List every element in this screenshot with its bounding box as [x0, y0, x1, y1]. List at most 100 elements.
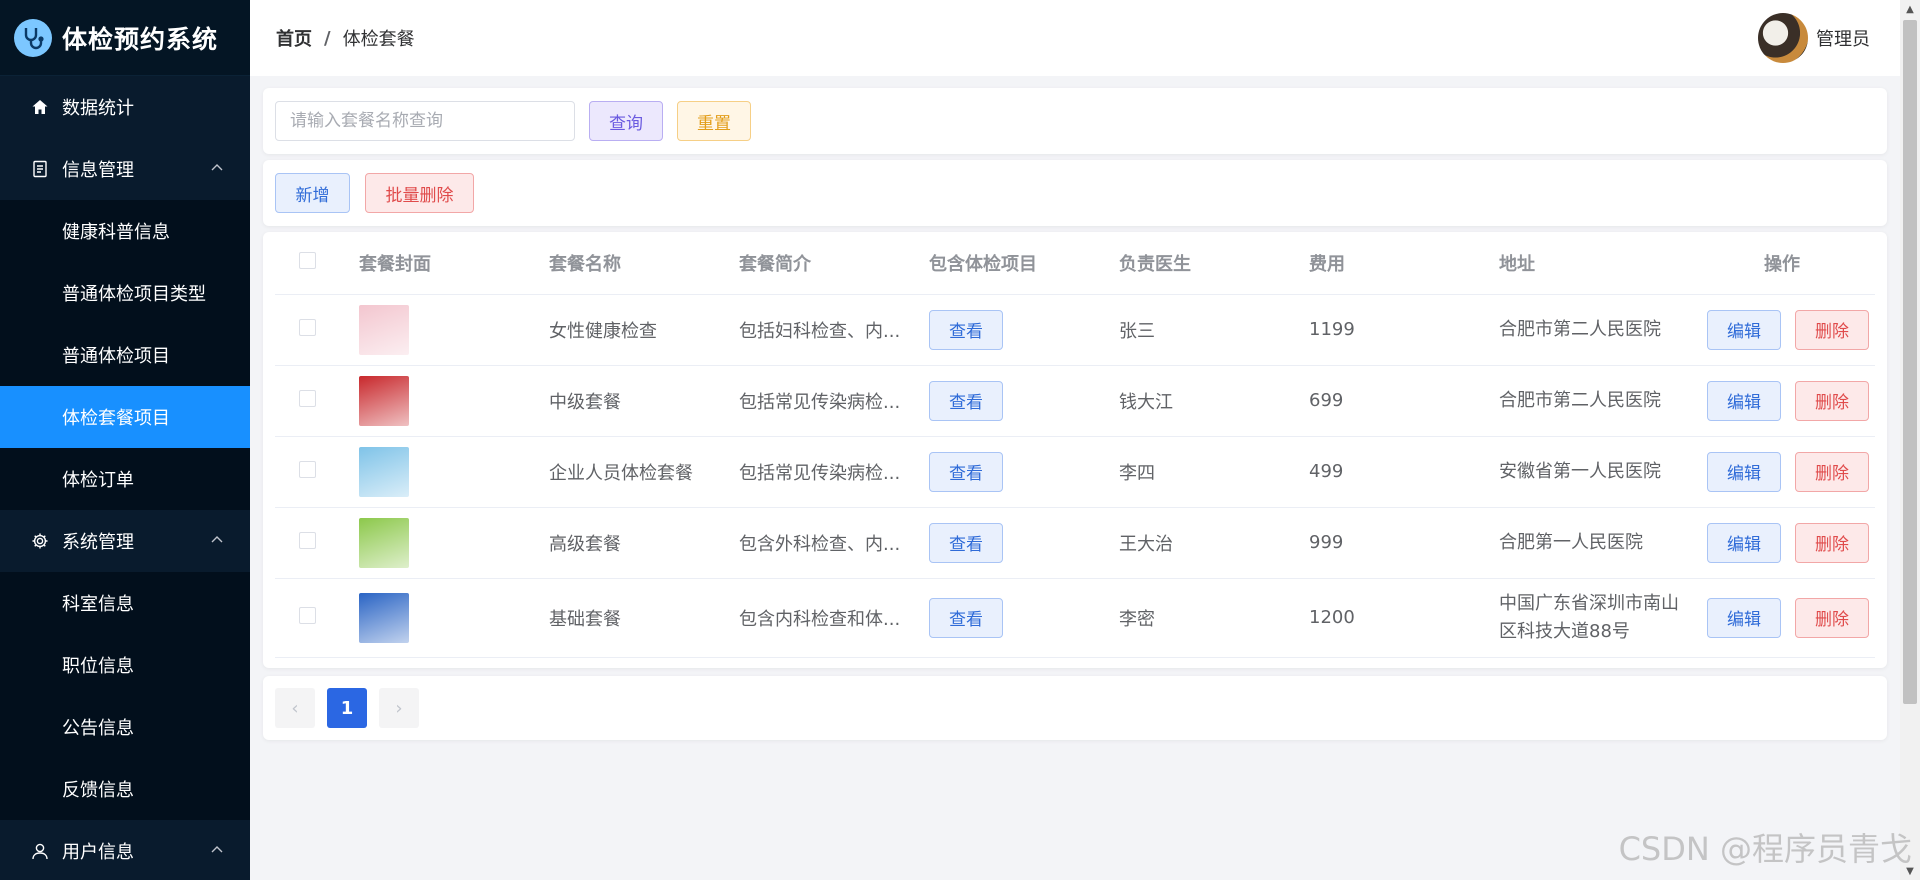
edit-button[interactable]: 编辑 [1707, 380, 1781, 421]
sidebar-group-users[interactable]: 用户信息 [0, 820, 250, 880]
sidebar-item-label: 公告信息 [62, 718, 134, 739]
edit-button[interactable]: 编辑 [1707, 597, 1781, 638]
sidebar-item-feedback[interactable]: 反馈信息 [0, 758, 250, 820]
pagination: ‹ 1 › [263, 676, 1887, 740]
sidebar-item-label: 信息管理 [62, 160, 134, 181]
package-table-card: 套餐封面 套餐名称 套餐简介 包含体检项目 负责医生 费用 地址 操作 女性健康… [263, 232, 1887, 668]
sidebar-item-dashboard[interactable]: 数据统计 [0, 76, 250, 138]
package-cover-image[interactable] [359, 517, 409, 568]
row-checkbox[interactable] [299, 606, 316, 624]
column-header-items: 包含体检项目 [929, 232, 1119, 295]
scroll-up-arrow-icon[interactable]: ▲ [1900, 0, 1920, 18]
query-button[interactable]: 查询 [589, 101, 663, 141]
document-icon [30, 159, 50, 179]
package-cover-image[interactable] [359, 304, 409, 355]
view-items-button[interactable]: 查看 [929, 597, 1003, 638]
user-menu[interactable]: 管理员 [1758, 13, 1870, 63]
package-desc: 包括常见传染病检... [739, 436, 929, 508]
package-desc: 包含内科检查和体... [739, 578, 929, 658]
stethoscope-icon [14, 18, 52, 57]
select-all-cell [275, 232, 359, 295]
sidebar-item-checkup-packages[interactable]: 体检套餐项目 [0, 386, 250, 448]
app-logo: 体检预约系统 [0, 0, 250, 76]
fee: 999 [1309, 507, 1499, 579]
sidebar-group-info[interactable]: 信息管理 [0, 138, 250, 200]
batch-delete-button[interactable]: 批量删除 [365, 173, 474, 213]
page-scrollbar[interactable]: ▲ ▼ [1900, 0, 1920, 880]
next-page-button[interactable]: › [379, 688, 419, 728]
submenu-system: 科室信息 职位信息 公告信息 反馈信息 [0, 572, 250, 820]
prev-page-button[interactable]: ‹ [275, 688, 315, 728]
sidebar-item-notices[interactable]: 公告信息 [0, 696, 250, 758]
edit-button[interactable]: 编辑 [1707, 451, 1781, 492]
doctor-name: 王大治 [1119, 507, 1309, 579]
sidebar-item-checkup-items[interactable]: 普通体检项目 [0, 324, 250, 386]
page-number-current[interactable]: 1 [327, 688, 367, 728]
column-header-actions: 操作 [1689, 232, 1875, 295]
delete-button[interactable]: 删除 [1795, 522, 1869, 563]
search-input[interactable] [275, 101, 575, 141]
table-row: 女性健康检查 包括妇科检查、内... 查看 张三 1199 合肥市第二人民医院 … [275, 294, 1875, 366]
sidebar-item-label: 健康科普信息 [62, 222, 170, 243]
table-row: 中级套餐 包括常见传染病检... 查看 钱大江 699 合肥市第二人民医院 编辑… [275, 365, 1875, 437]
edit-button[interactable]: 编辑 [1707, 309, 1781, 350]
select-all-checkbox[interactable] [299, 251, 316, 269]
row-checkbox[interactable] [299, 460, 316, 478]
sidebar-item-label: 用户信息 [62, 842, 134, 863]
package-desc: 包括妇科检查、内... [739, 294, 929, 366]
package-name: 企业人员体检套餐 [549, 436, 739, 508]
home-icon [30, 97, 50, 117]
row-checkbox[interactable] [299, 389, 316, 407]
sidebar-item-health-articles[interactable]: 健康科普信息 [0, 200, 250, 262]
package-table: 套餐封面 套餐名称 套餐简介 包含体检项目 负责医生 费用 地址 操作 女性健康… [275, 232, 1875, 658]
doctor-name: 张三 [1119, 294, 1309, 366]
address: 安徽省第一人民医院 [1499, 436, 1689, 508]
sidebar-group-system[interactable]: 系统管理 [0, 510, 250, 572]
reset-button[interactable]: 重置 [677, 101, 751, 141]
chevron-up-icon [211, 846, 223, 853]
sidebar-item-label: 科室信息 [62, 594, 134, 615]
header: 首页 / 体检套餐 管理员 [250, 0, 1900, 76]
submenu-info: 健康科普信息 普通体检项目类型 普通体检项目 体检套餐项目 体检订单 [0, 200, 250, 510]
view-items-button[interactable]: 查看 [929, 380, 1003, 421]
delete-button[interactable]: 删除 [1795, 380, 1869, 421]
address: 中国广东省深圳市南山区科技大道88号 [1499, 578, 1689, 658]
row-checkbox[interactable] [299, 531, 316, 549]
delete-button[interactable]: 删除 [1795, 597, 1869, 638]
doctor-name: 钱大江 [1119, 365, 1309, 437]
column-header-doctor: 负责医生 [1119, 232, 1309, 295]
user-name[interactable]: 管理员 [1816, 25, 1870, 51]
view-items-button[interactable]: 查看 [929, 309, 1003, 350]
edit-button[interactable]: 编辑 [1707, 522, 1781, 563]
package-cover-image[interactable] [359, 446, 409, 497]
delete-button[interactable]: 删除 [1795, 309, 1869, 350]
row-checkbox[interactable] [299, 318, 316, 336]
sidebar-item-positions[interactable]: 职位信息 [0, 634, 250, 696]
table-body: 女性健康检查 包括妇科检查、内... 查看 张三 1199 合肥市第二人民医院 … [275, 294, 1875, 658]
sidebar-item-departments[interactable]: 科室信息 [0, 572, 250, 634]
package-name: 基础套餐 [549, 578, 739, 658]
fee: 1199 [1309, 294, 1499, 366]
chevron-up-icon [211, 536, 223, 543]
package-name: 女性健康检查 [549, 294, 739, 366]
package-cover-image[interactable] [359, 592, 409, 643]
sidebar-item-checkup-orders[interactable]: 体检订单 [0, 448, 250, 510]
view-items-button[interactable]: 查看 [929, 522, 1003, 563]
view-items-button[interactable]: 查看 [929, 451, 1003, 492]
app-title: 体检预约系统 [62, 24, 219, 54]
sidebar-item-label: 反馈信息 [62, 780, 134, 801]
package-cover-image[interactable] [359, 375, 409, 426]
fee: 499 [1309, 436, 1499, 508]
breadcrumb-current: 体检套餐 [342, 29, 415, 50]
table-header-row: 套餐封面 套餐名称 套餐简介 包含体检项目 负责医生 费用 地址 操作 [275, 232, 1875, 295]
breadcrumb-home[interactable]: 首页 [276, 25, 312, 51]
column-header-desc: 套餐简介 [739, 232, 929, 295]
sidebar-item-checkup-item-types[interactable]: 普通体检项目类型 [0, 262, 250, 324]
add-button[interactable]: 新增 [275, 173, 350, 213]
doctor-name: 李四 [1119, 436, 1309, 508]
fee: 1200 [1309, 578, 1499, 658]
scrollbar-thumb[interactable] [1903, 20, 1917, 704]
avatar[interactable] [1758, 13, 1808, 63]
sidebar-item-label: 体检套餐项目 [62, 408, 170, 429]
delete-button[interactable]: 删除 [1795, 451, 1869, 492]
